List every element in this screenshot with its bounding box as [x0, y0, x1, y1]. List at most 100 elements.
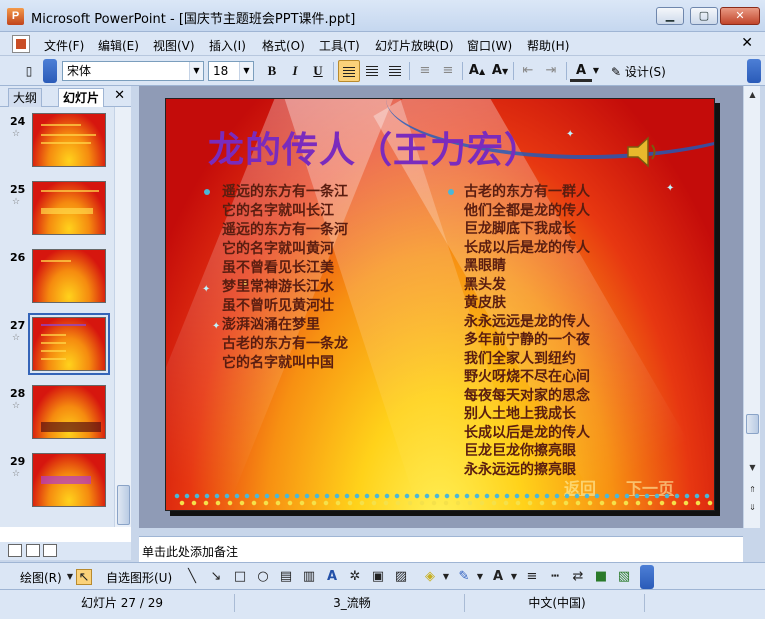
toolbar-divider — [333, 62, 334, 80]
thumbnail-image — [32, 181, 106, 235]
slide-thumbnail[interactable]: 29 ☆ — [0, 453, 114, 517]
menu-slideshow[interactable]: 幻灯片放映(D) — [375, 37, 454, 54]
vertical-scrollbar[interactable]: ▲ ▼ ⇑ ⇓ — [743, 86, 760, 528]
title-bar: P Microsoft PowerPoint - [国庆节主题班会PPT课件.p… — [0, 0, 765, 32]
scrollbar-thumb[interactable] — [746, 414, 759, 434]
numbering-button[interactable]: ≡ — [414, 60, 436, 82]
tab-slides[interactable]: 幻灯片 — [58, 88, 105, 107]
close-icon[interactable]: ✕ — [114, 88, 125, 103]
underline-button[interactable]: U — [307, 60, 329, 82]
chevron-down-icon[interactable]: ▼ — [239, 62, 253, 80]
chevron-down-icon[interactable]: ▼ — [590, 60, 602, 82]
slide-thumbnail[interactable]: 28 ☆ — [0, 385, 114, 449]
chevron-down-icon[interactable]: ▼ — [506, 569, 522, 585]
slide-canvas[interactable]: ✦ ✦ ✦ ✦ ✦ 龙的传人（王力宏） 遥远的东方有一条江 它的名字就叫长江 遥… — [165, 98, 715, 511]
design-button[interactable]: ✎ 设计(S) — [611, 63, 666, 80]
chevron-down-icon[interactable]: ▼ — [472, 569, 488, 585]
draw-menu-button[interactable]: 绘图(R) — [20, 569, 62, 586]
thumbnail-image-selected — [28, 313, 110, 375]
chevron-down-icon[interactable]: ▼ — [189, 62, 203, 80]
autoshapes-button[interactable]: 自选图形(U) — [106, 569, 172, 586]
wordart-icon[interactable]: A — [324, 569, 340, 585]
rectangle-icon[interactable]: □ — [232, 569, 248, 585]
font-color-button[interactable]: A — [570, 60, 592, 82]
previous-slide-icon[interactable]: ⇑ — [745, 482, 760, 497]
line-icon[interactable]: ╲ — [184, 569, 200, 585]
scrollbar-thumb[interactable] — [117, 485, 130, 525]
bold-button[interactable]: B — [261, 60, 283, 82]
vertical-textbox-icon[interactable]: ▥ — [301, 569, 317, 585]
formatting-toolbar: ▯ 宋体 ▼ 18 ▼ B I U ≡ ≡ A▲ A▼ ⇤ ⇥ A ▼ ✎ 设计(S… — [0, 56, 765, 86]
toolbar-grip[interactable] — [43, 59, 57, 83]
line-color-icon[interactable]: ✎ — [456, 569, 472, 585]
align-right-button[interactable] — [384, 60, 406, 82]
italic-button[interactable]: I — [284, 60, 306, 82]
menu-help[interactable]: 帮助(H) — [527, 37, 569, 54]
animation-star-icon: ☆ — [12, 197, 21, 207]
slide-sorter-icon[interactable] — [26, 544, 40, 557]
slides-pane: 大纲 幻灯片 ✕ 24 ☆ 25 ☆ 26 27 ☆ 28 ☆ 29 ☆ — [0, 86, 131, 542]
menu-view[interactable]: 视图(V) — [153, 37, 195, 54]
design-template-name: 3_流畅 — [240, 594, 465, 612]
slideshow-icon[interactable] — [43, 544, 57, 557]
window-title: Microsoft PowerPoint - [国庆节主题班会PPT课件.ppt… — [31, 12, 356, 27]
menu-insert[interactable]: 插入(I) — [209, 37, 246, 54]
increase-indent-button[interactable]: ⇥ — [540, 60, 562, 82]
lyrics-column-left[interactable]: 遥远的东方有一条江 它的名字就叫长江 遥远的东方有一条河 它的名字就叫黄河 虽不… — [222, 183, 348, 373]
dash-style-icon[interactable]: ┅ — [547, 569, 563, 585]
notes-pane[interactable]: 单击此处添加备注 — [139, 536, 743, 562]
3d-style-icon[interactable]: ▧ — [616, 569, 632, 585]
close-button[interactable]: ✕ — [720, 7, 760, 25]
shadow-icon[interactable]: ■ — [593, 569, 609, 585]
toolbar-divider — [513, 62, 514, 80]
slide-thumbnail[interactable]: 24 ☆ — [0, 113, 114, 177]
document-close-icon[interactable]: ✕ — [741, 35, 753, 51]
menu-edit[interactable]: 编辑(E) — [98, 37, 139, 54]
font-size-select[interactable]: 18 ▼ — [208, 61, 254, 81]
chevron-down-icon[interactable]: ▼ — [438, 569, 454, 585]
select-pointer-icon[interactable]: ↖ — [76, 569, 92, 585]
menu-window[interactable]: 窗口(W) — [467, 37, 512, 54]
arrow-style-icon[interactable]: ⇄ — [570, 569, 586, 585]
bullets-button[interactable]: ≡ — [437, 60, 459, 82]
diagram-icon[interactable]: ✲ — [347, 569, 363, 585]
decrease-font-button[interactable]: A▼ — [489, 60, 511, 82]
textbox-icon[interactable]: ▤ — [278, 569, 294, 585]
thumbnail-scrollbar[interactable] — [114, 107, 131, 527]
minimize-button[interactable]: ▁ — [656, 7, 684, 25]
decrease-indent-button[interactable]: ⇤ — [517, 60, 539, 82]
tab-outline[interactable]: 大纲 — [8, 88, 43, 107]
scroll-up-icon[interactable]: ▲ — [745, 87, 760, 102]
align-center-button[interactable] — [361, 60, 383, 82]
normal-view-icon[interactable] — [8, 544, 22, 557]
line-style-icon[interactable]: ≡ — [524, 569, 540, 585]
clip-art-icon[interactable]: ▣ — [370, 569, 386, 585]
menu-bar: 文件(F) 编辑(E) 视图(V) 插入(I) 格式(O) 工具(T) 幻灯片放… — [0, 32, 765, 56]
align-left-button[interactable] — [338, 60, 360, 82]
fill-color-icon[interactable]: ◈ — [422, 569, 438, 585]
slide-thumbnail[interactable]: 26 — [0, 249, 114, 313]
speaker-icon[interactable] — [624, 135, 660, 169]
powerpoint-app-icon[interactable]: P — [7, 8, 24, 25]
slide-thumbnail[interactable]: 25 ☆ — [0, 181, 114, 245]
menu-file[interactable]: 文件(F) — [44, 37, 84, 54]
document-icon[interactable] — [12, 35, 30, 53]
next-slide-icon[interactable]: ⇓ — [745, 500, 760, 515]
slide-editing-area: ✦ ✦ ✦ ✦ ✦ 龙的传人（王力宏） 遥远的东方有一条江 它的名字就叫长江 遥… — [139, 86, 743, 528]
picture-icon[interactable]: ▨ — [393, 569, 409, 585]
font-name-select[interactable]: 宋体 ▼ — [62, 61, 204, 81]
lyrics-column-right[interactable]: 古老的东方有一群人 他们全都是龙的传人 巨龙脚底下我成长 长成以后是龙的传人 黑… — [464, 183, 590, 479]
menu-format[interactable]: 格式(O) — [262, 37, 305, 54]
slide-title[interactable]: 龙的传人（王力宏） — [208, 121, 541, 173]
maximize-button[interactable]: ▢ — [690, 7, 718, 25]
arrow-icon[interactable]: ↘ — [208, 569, 224, 585]
menu-tools[interactable]: 工具(T) — [319, 37, 360, 54]
font-color-icon[interactable]: A — [490, 569, 506, 585]
new-document-icon[interactable]: ▯ — [18, 60, 40, 82]
toolbar-options-grip[interactable] — [747, 59, 761, 83]
slide-thumbnail[interactable]: 27 ☆ — [0, 313, 114, 381]
oval-icon[interactable]: ○ — [255, 569, 271, 585]
scroll-down-icon[interactable]: ▼ — [745, 460, 760, 475]
increase-font-button[interactable]: A▲ — [466, 60, 488, 82]
toolbar-options-grip[interactable] — [640, 565, 654, 589]
